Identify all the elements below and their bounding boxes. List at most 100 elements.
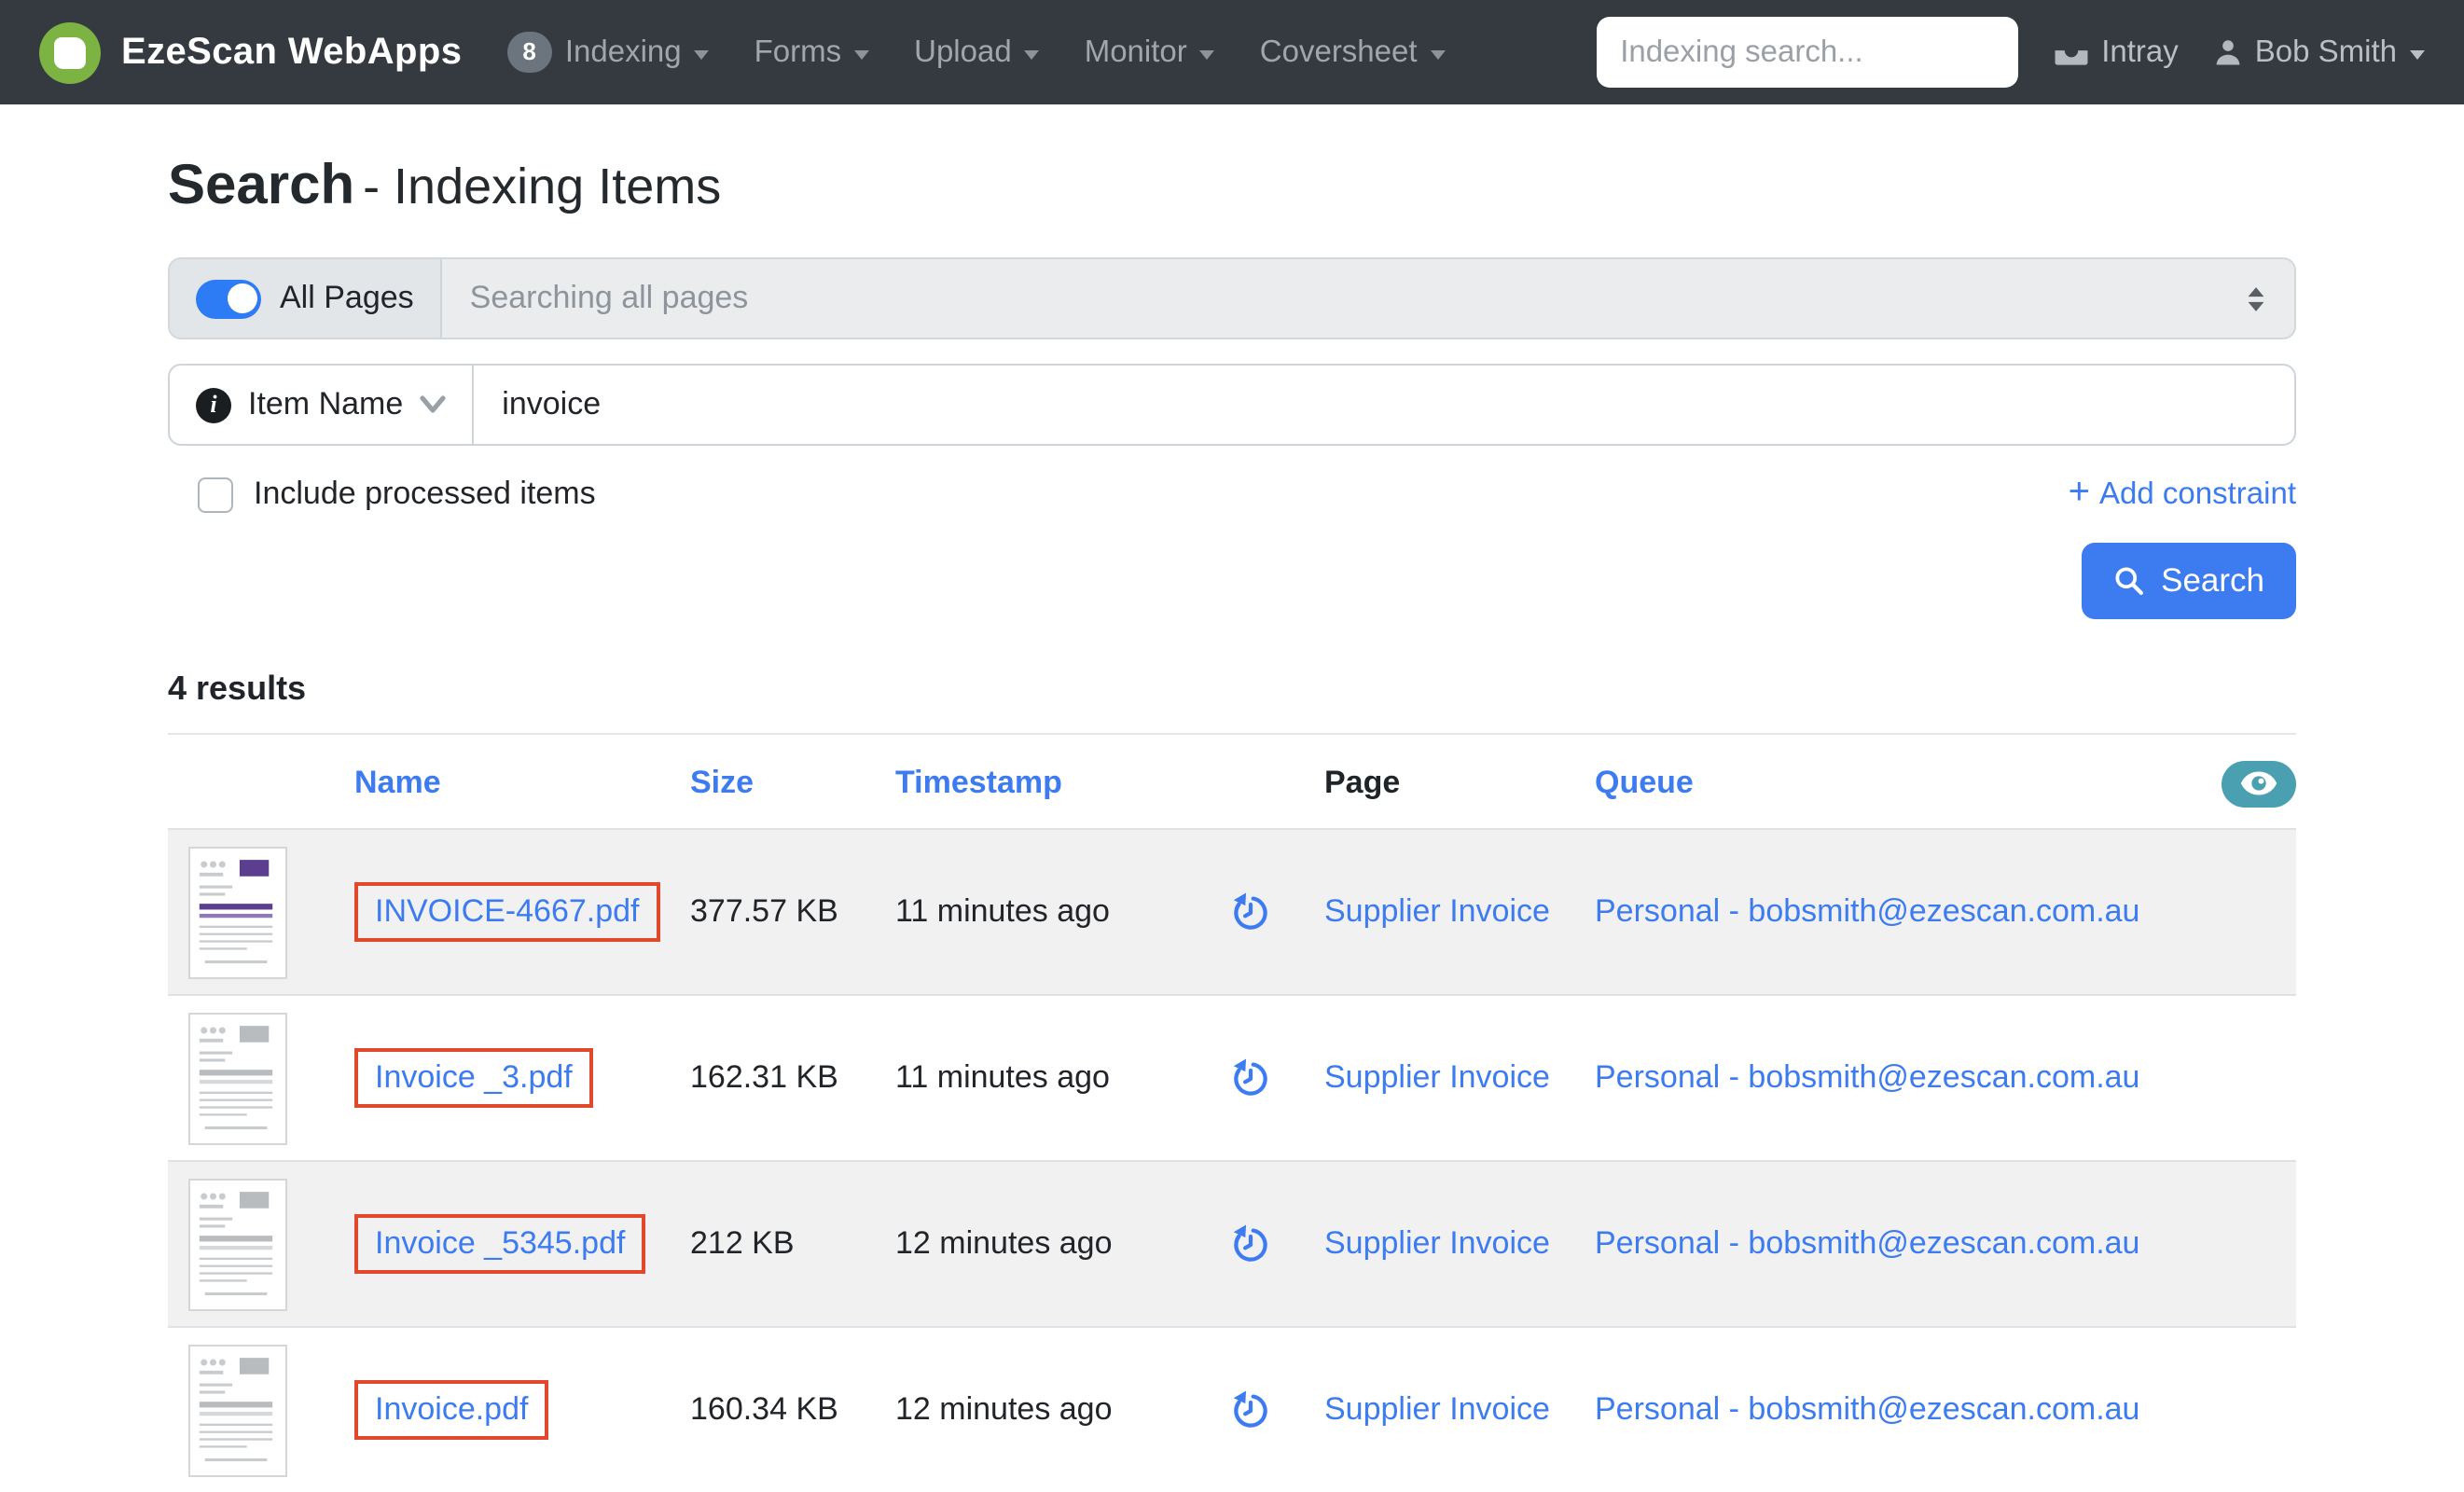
page-link[interactable]: Supplier Invoice [1324,1391,1550,1427]
intray-button[interactable]: Intray [2053,35,2179,70]
app: EzeScan WebApps 8 Indexing Forms Upload … [0,0,2464,1432]
history-icon[interactable] [1228,1057,1271,1099]
file-timestamp: 11 minutes ago [895,1059,1175,1097]
all-pages-toggle[interactable] [196,279,261,318]
file-size: 377.57 KB [690,893,895,931]
column-header-size[interactable]: Size [690,765,895,802]
file-name-link[interactable]: Invoice _5345.pdf [375,1225,625,1261]
options-row: Include processed items + Add constraint [168,476,2296,513]
page-link[interactable]: Supplier Invoice [1324,893,1550,929]
results-rows: INVOICE-4667.pdf 377.57 KB 11 minutes ag… [168,828,2296,1492]
page-title: Search - Indexing Items [168,155,2296,218]
document-thumbnail[interactable] [188,846,287,978]
table-row: Invoice _3.pdf 162.31 KB 11 minutes ago … [168,994,2296,1160]
info-icon: i [196,387,231,422]
file-timestamp: 12 minutes ago [895,1391,1175,1429]
file-name-highlight-box: Invoice.pdf [354,1380,548,1440]
history-icon[interactable] [1228,1223,1271,1265]
nav-menu: 8 Indexing Forms Upload Monitor Covershe… [506,32,1445,72]
constraint-value: invoice [502,386,601,423]
all-pages-addon: All Pages [170,259,442,338]
toggle-thumbnails-button[interactable] [2222,760,2296,807]
search-button[interactable]: Search [2081,543,2296,619]
intray-icon [2053,37,2088,67]
file-size: 160.34 KB [690,1391,895,1429]
plus-icon: + [2069,474,2090,511]
user-menu[interactable]: Bob Smith [2214,35,2425,70]
chevron-down-icon [854,49,869,59]
queue-link[interactable]: Personal - bobsmith@ezescan.com.au [1595,1225,2139,1261]
include-processed-label: Include processed items [254,476,596,513]
nav-item-monitor[interactable]: Monitor [1085,35,1215,70]
queue-link[interactable]: Personal - bobsmith@ezescan.com.au [1595,1391,2139,1427]
file-name-link[interactable]: INVOICE-4667.pdf [375,893,640,929]
nav-item-forms[interactable]: Forms [754,35,870,70]
eye-icon [2240,770,2277,796]
history-icon[interactable] [1228,1388,1271,1431]
chevron-down-icon [1431,49,1446,59]
page-scope-row: All Pages Searching all pages [168,257,2296,339]
all-pages-label: All Pages [280,280,414,317]
search-icon [2112,565,2144,597]
page-title-main: Search [168,155,354,216]
search-button-label: Search [2161,561,2264,601]
file-size: 162.31 KB [690,1059,895,1097]
indexing-search-input[interactable] [1596,17,2017,88]
field-selector-label: Item Name [248,386,403,423]
add-constraint-label: Add constraint [2099,477,2296,512]
nav-item-coversheet[interactable]: Coversheet [1260,35,1446,70]
file-timestamp: 12 minutes ago [895,1225,1175,1263]
brand-title: EzeScan WebApps [121,31,462,74]
page-link[interactable]: Supplier Invoice [1324,1059,1550,1095]
column-header-queue[interactable]: Queue [1595,765,2203,802]
indexing-count-badge: 8 [506,32,551,72]
constraint-value-input[interactable]: invoice [474,366,2294,444]
main-content: Search - Indexing Items All Pages Search… [168,155,2296,1492]
table-header: Name Size Timestamp Page Queue [168,735,2296,828]
chevron-down-icon [695,49,710,59]
file-timestamp: 11 minutes ago [895,893,1175,931]
chevron-down-icon [1200,49,1215,59]
chevron-down-icon [2410,49,2425,59]
navbar-right: Intray Bob Smith [1596,17,2425,88]
nav-item-label: Forms [754,35,842,70]
table-row: Invoice.pdf 160.34 KB 12 minutes ago Sup… [168,1326,2296,1492]
file-name-highlight-box: INVOICE-4667.pdf [354,882,660,942]
file-size: 212 KB [690,1225,895,1263]
ezescan-logo-icon [39,21,101,83]
chevron-down-icon [420,395,446,414]
file-name-link[interactable]: Invoice.pdf [375,1391,528,1427]
queue-link[interactable]: Personal - bobsmith@ezescan.com.au [1595,1059,2139,1095]
document-thumbnail[interactable] [188,1344,287,1476]
page-title-sub: - Indexing Items [363,159,721,214]
select-updown-icon [2246,284,2266,312]
column-header-page: Page [1324,765,1595,802]
constraint-row: i Item Name invoice [168,364,2296,446]
nav-item-label: Monitor [1085,35,1187,70]
column-header-timestamp[interactable]: Timestamp [895,765,1175,802]
page-scope-select[interactable]: Searching all pages [442,259,2294,338]
page-scope-placeholder: Searching all pages [470,280,749,317]
nav-item-upload[interactable]: Upload [914,35,1040,70]
button-row: Search [168,543,2296,619]
page-link[interactable]: Supplier Invoice [1324,1225,1550,1261]
history-icon[interactable] [1228,891,1271,933]
user-name: Bob Smith [2255,35,2397,70]
add-constraint-link[interactable]: + Add constraint [2069,477,2296,512]
document-thumbnail[interactable] [188,1178,287,1310]
user-icon [2214,37,2242,67]
file-name-link[interactable]: Invoice _3.pdf [375,1059,573,1095]
results-count: 4 results [168,670,2296,709]
document-thumbnail[interactable] [188,1012,287,1144]
table-row: INVOICE-4667.pdf 377.57 KB 11 minutes ag… [168,828,2296,994]
include-processed-checkbox[interactable] [198,477,233,512]
results-table: Name Size Timestamp Page Queue [168,733,2296,1492]
file-name-highlight-box: Invoice _3.pdf [354,1048,593,1108]
brand[interactable]: EzeScan WebApps [39,21,462,83]
nav-item-label: Upload [914,35,1012,70]
column-header-name[interactable]: Name [354,765,690,802]
nav-item-indexing[interactable]: 8 Indexing [506,32,709,72]
chevron-down-icon [1025,49,1040,59]
queue-link[interactable]: Personal - bobsmith@ezescan.com.au [1595,893,2139,929]
field-selector[interactable]: i Item Name [170,366,474,444]
